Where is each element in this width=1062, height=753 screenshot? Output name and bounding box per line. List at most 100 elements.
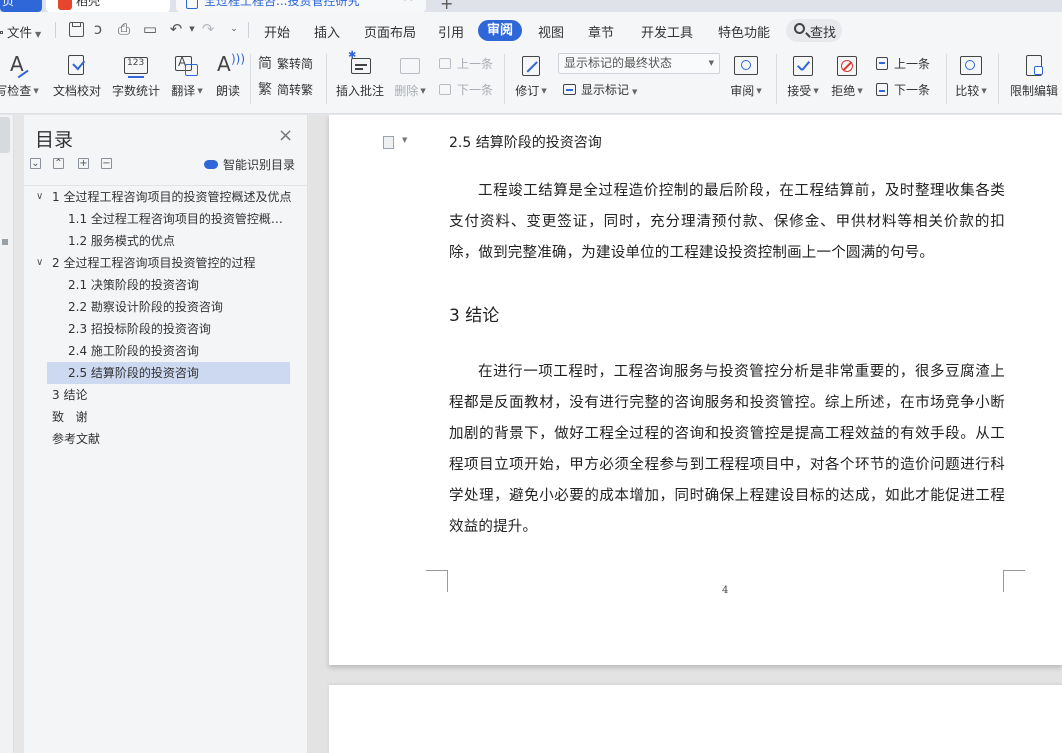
- save-icon[interactable]: [68, 21, 84, 37]
- export-icon[interactable]: ↄ: [90, 21, 106, 37]
- word-count-icon: 123: [124, 54, 148, 78]
- chevron-down-icon[interactable]: ∨: [36, 186, 43, 208]
- reject-button[interactable]: 拒绝 ▼: [828, 52, 866, 108]
- markup-select-value: 显示标记的最终状态: [564, 56, 673, 70]
- undo-dropdown-icon[interactable]: ▼: [184, 21, 200, 37]
- toc-item[interactable]: ∨ 2 全过程工程咨询项目投资管控的过程: [24, 252, 308, 274]
- tab-home-label: 页: [2, 0, 15, 8]
- toc-item[interactable]: ∨ 1 全过程工程咨询项目的投资管控概述及优点: [24, 186, 308, 208]
- markup-display-select[interactable]: 显示标记的最终状态 ▼: [558, 53, 720, 74]
- read-aloud-button[interactable]: A))) 朗读: [212, 52, 245, 108]
- simp-to-trad-button[interactable]: 繁简转繁: [258, 79, 313, 101]
- paragraph-marker-icon[interactable]: [383, 136, 394, 149]
- expand-all-icon[interactable]: ⌃: [53, 158, 64, 169]
- toc-item[interactable]: 2.1 决策阶段的投资咨询: [24, 274, 290, 296]
- tab-document[interactable]: 全过程工程咨...投资管控研究 ×: [176, 0, 426, 12]
- track-changes-button[interactable]: 修订 ▼: [512, 52, 550, 108]
- next-change-button[interactable]: 下一条: [875, 79, 930, 101]
- cloud-icon: [204, 160, 218, 169]
- menu-icon: [0, 31, 3, 34]
- toc-item-active[interactable]: 2.5 结算阶段的投资咨询: [47, 362, 290, 384]
- delete-comment-button[interactable]: 删除 ▼: [392, 52, 428, 108]
- doc-proofread-label: 文档校对: [52, 84, 101, 98]
- document-area[interactable]: ▼ 2.5 结算阶段的投资咨询 工程竣工结算是全过程造价控制的最后阶段，在工程结…: [309, 115, 1062, 753]
- delete-comment-icon: [398, 54, 422, 78]
- next-page[interactable]: [329, 685, 1062, 753]
- toc-item[interactable]: 2.3 招投标阶段的投资咨询: [24, 318, 290, 340]
- restrict-edit-label: 限制编辑: [1009, 84, 1058, 98]
- tab-docer[interactable]: 稻壳: [46, 0, 170, 12]
- nav-pane-toggle[interactable]: [0, 117, 10, 153]
- next-comment-button[interactable]: 下一条: [438, 79, 493, 101]
- menu-review[interactable]: 审阅: [478, 20, 522, 41]
- prev-comment-button[interactable]: 上一条: [438, 53, 493, 75]
- document-page[interactable]: ▼ 2.5 结算阶段的投资咨询 工程竣工结算是全过程造价控制的最后阶段，在工程结…: [329, 115, 1062, 665]
- show-markup-button[interactable]: 显示标记 ▼: [562, 79, 637, 101]
- compare-icon: [959, 54, 983, 78]
- prev-comment-label: 上一条: [457, 57, 494, 71]
- read-aloud-label: 朗读: [215, 84, 240, 98]
- close-icon[interactable]: ×: [278, 127, 293, 145]
- toc-item[interactable]: 1.1 全过程工程咨询项目的投资管控概述及要点: [24, 208, 290, 230]
- doc-proofread-button[interactable]: 文档校对: [50, 52, 104, 108]
- search-icon: [794, 23, 805, 34]
- menu-page-layout[interactable]: 页面布局: [364, 22, 416, 41]
- search-button[interactable]: 查找: [786, 19, 842, 42]
- menu-view[interactable]: 视图: [538, 22, 564, 41]
- restrict-edit-button[interactable]: 限制编辑: [1006, 52, 1062, 108]
- trad-to-simp-label: 繁转简: [277, 57, 314, 71]
- customize-icon[interactable]: ⌄: [226, 21, 242, 37]
- body-paragraph: 工程竣工结算是全过程造价控制的最后阶段，在工程结算前，及时整理收集各类支付资料、…: [449, 183, 1005, 261]
- print-icon[interactable]: ⎙: [116, 21, 132, 37]
- remove-heading-icon[interactable]: −: [101, 158, 112, 169]
- menu-developer[interactable]: 开发工具: [641, 22, 693, 41]
- chevron-down-icon[interactable]: ▼: [402, 136, 407, 144]
- toc-item[interactable]: 3 结论: [24, 384, 308, 406]
- collapse-all-icon[interactable]: ⌄: [30, 158, 41, 169]
- simp-trad-icon: 繁: [258, 82, 272, 98]
- tab-document-label: 全过程工程咨...投资管控研究: [204, 0, 360, 8]
- smart-detect-toc-button[interactable]: 智能识别目录: [204, 156, 295, 173]
- body-paragraph: 在进行一项工程时，工程咨询服务与投资管控分析是非常重要的，很多豆腐渣上程都是反面…: [449, 364, 1005, 535]
- insert-comment-label: 插入批注: [335, 84, 384, 98]
- close-tab-icon[interactable]: ×: [402, 0, 414, 6]
- menu-chapter[interactable]: 章节: [588, 22, 614, 41]
- tab-home[interactable]: 页: [0, 0, 42, 12]
- review-pane-label: 审阅: [730, 84, 755, 98]
- menu-special-features[interactable]: 特色功能: [718, 22, 770, 41]
- compare-button[interactable]: 比较 ▼: [952, 52, 990, 108]
- toc-item[interactable]: 1.2 服务模式的优点: [24, 230, 290, 252]
- toc-item[interactable]: 2.4 施工阶段的投资咨询: [24, 340, 290, 362]
- prev-change-label: 上一条: [894, 57, 931, 71]
- track-changes-label: 修订: [515, 84, 540, 98]
- divider: [946, 54, 947, 104]
- toc-item[interactable]: 致 谢: [24, 406, 308, 428]
- menu-bar: 文件 ▼ ↄ ⎙ ▭ ↶ ▼ ↷ ⌄ 开始 插入 页面布局 引用 审阅 视图 章节…: [0, 12, 1062, 48]
- accept-button[interactable]: 接受 ▼: [784, 52, 822, 108]
- add-heading-icon[interactable]: +: [78, 158, 89, 169]
- menu-references[interactable]: 引用: [438, 22, 464, 41]
- menu-start[interactable]: 开始: [264, 22, 290, 41]
- tab-strip: 页 稻壳 全过程工程咨...投资管控研究 × +: [0, 0, 1062, 12]
- trad-to-simp-button[interactable]: 简繁转简: [258, 53, 313, 75]
- redo-icon[interactable]: ↷: [200, 21, 216, 37]
- menu-insert[interactable]: 插入: [314, 22, 340, 41]
- word-count-label: 字数统计: [111, 84, 160, 98]
- tab-docer-label: 稻壳: [76, 0, 101, 8]
- translate-icon: A: [175, 54, 199, 78]
- spell-check-button[interactable]: A 写检查 ▼: [0, 52, 42, 108]
- insert-comment-button[interactable]: ✱ 插入批注: [334, 50, 386, 108]
- review-pane-button[interactable]: 审阅 ▼: [728, 52, 764, 108]
- toc-item[interactable]: 参考文献: [24, 428, 308, 450]
- print-preview-icon[interactable]: ▭: [142, 21, 158, 37]
- chevron-down-icon[interactable]: ∨: [36, 252, 43, 274]
- translate-button[interactable]: A 翻译 ▼: [168, 52, 206, 108]
- prev-change-icon: [875, 56, 890, 71]
- prev-change-button[interactable]: 上一条: [875, 53, 930, 75]
- toc-item[interactable]: 2.2 勘察设计阶段的投资咨询: [24, 296, 290, 318]
- word-doc-icon: [186, 0, 198, 9]
- word-count-button[interactable]: 123 字数统计: [108, 52, 164, 108]
- undo-icon[interactable]: ↶: [168, 21, 184, 37]
- new-tab-icon[interactable]: +: [440, 0, 453, 12]
- file-menu[interactable]: 文件 ▼: [0, 22, 41, 41]
